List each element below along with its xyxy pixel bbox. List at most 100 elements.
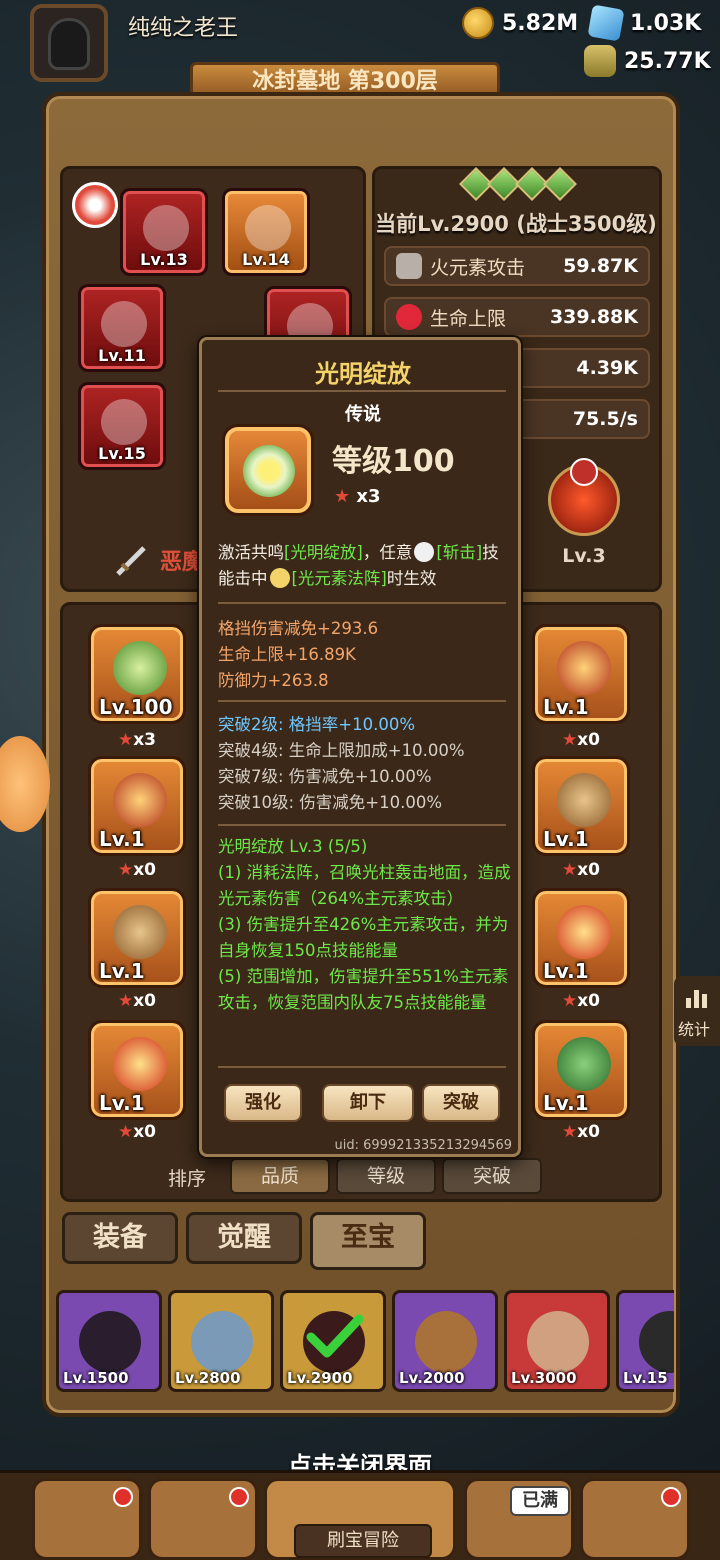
hero-card-selected[interactable]: Lv.2900 [280,1290,386,1392]
stats-side-button[interactable]: 统计 [674,976,720,1046]
equip-slot-1[interactable]: Lv.13 [120,188,208,276]
flame-treasure-icon [557,905,611,959]
fire-sword-icon [396,253,422,279]
hero-level: Lv.2000 [399,1369,465,1387]
stat-value: 75.5/s [572,408,638,430]
gold-counter[interactable]: 5.82M [462,6,578,40]
helmet-icon [101,301,147,347]
treasure-count-value: x0 [577,1122,601,1142]
hero-card[interactable]: Lv.2000 [392,1290,498,1392]
tab-treasure[interactable]: 至宝 [310,1212,426,1270]
treasure-card[interactable]: Lv.1 [532,756,630,856]
level-gems [448,167,588,202]
treasure-card[interactable]: Lv.100 [88,624,186,724]
divider [218,390,506,392]
equip-slot-4[interactable]: Lv.15 [78,382,166,470]
hero-portrait [79,1311,141,1373]
star-icon: ★ [117,860,134,880]
amulet-icon [245,205,291,251]
current-level: 当前Lv.2900 (战士3500级) [375,212,657,236]
divider [218,602,506,604]
treasure-card[interactable]: Lv.1 [88,756,186,856]
jar-counter[interactable]: 25.77K [584,44,711,78]
treasure-count-value: x0 [133,1122,157,1142]
notification-dot [229,1487,249,1507]
stat-row-hp: 生命上限 339.88K [384,297,650,337]
star-icon: ★ [117,1122,134,1142]
tab-equipment[interactable]: 装备 [62,1212,178,1264]
breakthrough-line-active: 突破2级: 格挡率+10.00% [218,715,416,734]
gold-coin-icon [462,7,494,39]
armor-art-icon [143,205,189,251]
fire-element-icon [72,182,118,228]
breakthrough-list: 突破2级: 格挡率+10.00% 突破4级: 生命上限加成+10.00% 突破7… [218,712,514,816]
flame-treasure-icon [113,1037,167,1091]
treasure-card[interactable]: Lv.1 [532,624,630,724]
treasure-level: Lv.1 [99,1091,145,1115]
treasure-count-value: x3 [133,730,157,750]
treasure-count: ★x0 [532,1122,630,1142]
chest-armor-icon [101,399,147,445]
treasure-card[interactable]: Lv.1 [88,1020,186,1120]
nav-hero-button[interactable] [148,1478,258,1560]
hero-selector: Lv.1500 Lv.2800 Lv.2900 Lv.2000 Lv.3000 … [54,1284,674,1396]
sort-level-button[interactable]: 等级 [336,1158,436,1194]
nav-shop-button[interactable] [32,1478,142,1560]
treasure-card[interactable]: Lv.1 [532,888,630,988]
knight-helmet-icon [48,18,90,70]
upgrade-button[interactable]: 强化 [224,1084,302,1122]
resonance-part: 激活共鸣 [218,543,284,562]
hero-card[interactable]: Lv.2800 [168,1290,274,1392]
crown-crest-treasure-icon [557,641,611,695]
hero-card[interactable]: Lv.3000 [504,1290,610,1392]
treasure-level: Lv.1 [543,959,589,983]
equip-slot-3[interactable]: Lv.11 [78,284,166,372]
stat-value: 59.87K [563,255,638,277]
stat-value: 339.88K [549,306,638,328]
star-icon: ★ [561,1122,578,1142]
equip-slot-level: Lv.13 [140,250,188,269]
resonance-treasure-name: [光明绽放] [284,543,363,562]
equip-slot-level: Lv.11 [98,346,146,365]
tab-awaken[interactable]: 觉醒 [186,1212,302,1264]
skill-line: (1) 消耗法阵，召唤光柱轰击地面，造成光元素伤害（264%主元素攻击） [218,863,511,908]
stat-name: 生命上限 [430,307,507,330]
skill-title: 光明绽放 Lv.3 (5/5) [218,837,368,856]
hero-portrait [639,1311,674,1373]
gem-counter[interactable]: 1.03K [587,4,701,42]
hero-portrait [415,1311,477,1373]
unequip-button[interactable]: 卸下 [322,1084,414,1122]
treasure-card[interactable]: Lv.1 [88,888,186,988]
sort-quality-button[interactable]: 品质 [230,1158,330,1194]
hero-portrait [191,1311,253,1373]
sort-breakthrough-button[interactable]: 突破 [442,1158,542,1194]
equip-slot-2[interactable]: Lv.14 [222,188,310,276]
flower-icon [243,445,295,497]
weapon-name: 恶魔 [160,550,205,575]
tooltip-title: 光明绽放 [315,360,411,388]
treasure-card[interactable]: Lv.1 [532,1020,630,1120]
gem-rank-icon [543,167,577,201]
base-stat-line: 格挡伤害减免+293.6 [218,619,379,638]
divider [218,824,506,826]
treasure-count-value: x0 [577,730,601,750]
treasure-level: Lv.1 [99,959,145,983]
light-array-icon [269,568,290,588]
treasure-count: ★x0 [532,860,630,880]
player-avatar[interactable] [30,4,108,82]
base-stat-line: 防御力+263.8 [218,671,329,690]
slash-skill-icon [414,542,435,562]
hero-card[interactable]: Lv.15 [616,1290,674,1392]
hero-card[interactable]: Lv.1500 [56,1290,162,1392]
treasure-count-value: x0 [133,991,157,1011]
hero-level: Lv.1500 [63,1369,129,1387]
resonance-part: ，任意 [362,543,413,562]
leaf-crest-treasure-icon [557,1037,611,1091]
heart-icon [396,304,422,330]
treasure-count: ★x0 [532,730,630,750]
full-badge: 已满 [510,1486,570,1516]
breakthrough-button[interactable]: 突破 [422,1084,500,1122]
nav-forge-button[interactable] [580,1478,690,1560]
item-uid: uid: 699921335213294569 [334,1138,513,1153]
bloom-treasure-icon [113,641,167,695]
